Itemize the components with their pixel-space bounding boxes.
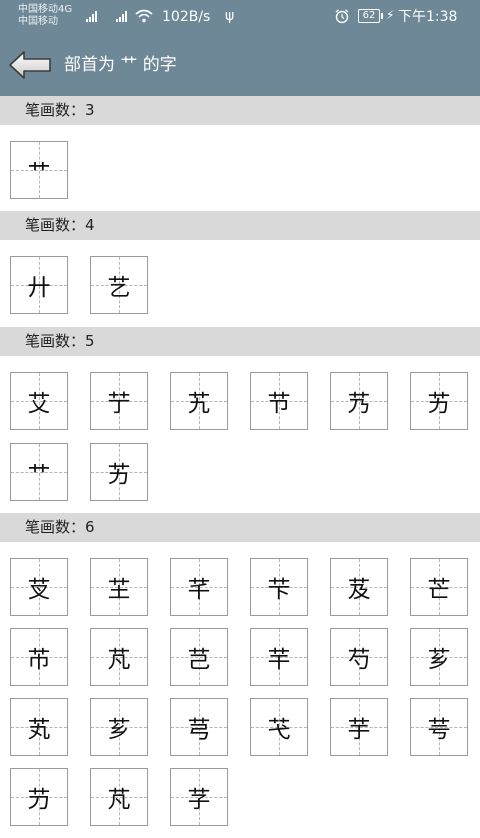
char-glyph: 艽	[187, 391, 211, 417]
char-glyph: 芆	[27, 577, 51, 603]
char-glyph: 艾	[27, 391, 51, 417]
char-cell[interactable]: 芋	[330, 698, 388, 756]
char-cell[interactable]: 艻	[410, 372, 468, 430]
char-cell[interactable]: 芒	[410, 558, 468, 616]
char-glyph: 芋	[347, 717, 371, 743]
char-cell[interactable]: 艼	[90, 372, 148, 430]
usb-icon: ψ	[225, 8, 235, 24]
char-glyph: 廾	[27, 275, 51, 301]
carrier-info: 中国移动4G 中国移动	[18, 4, 72, 28]
char-grid: 艾 艼 艽 节 艿 艻 艹 艻	[0, 356, 480, 513]
char-cell[interactable]: 芑	[170, 628, 228, 686]
back-arrow-icon[interactable]	[8, 49, 52, 81]
section-header: 笔画数：6	[0, 513, 480, 542]
char-glyph: 芀	[27, 787, 51, 813]
wifi-icon	[135, 9, 153, 23]
alarm-icon	[335, 9, 349, 24]
char-cell[interactable]: 芀	[10, 768, 68, 826]
char-grid: 芆 芏 芊 芐 芨 芒 芇 芃 芑 芉 芍 芗 芄 芗 芎 芅 芋 芌 芀 芃 …	[0, 542, 480, 838]
char-cell[interactable]: 芃	[90, 628, 148, 686]
section-header: 笔画数：4	[0, 211, 480, 240]
char-cell[interactable]: 芏	[90, 558, 148, 616]
char-glyph: 艼	[107, 391, 131, 417]
char-cell[interactable]: 芆	[10, 558, 68, 616]
char-glyph: 芎	[187, 717, 211, 743]
char-glyph: 芏	[107, 577, 131, 603]
char-cell[interactable]: 艿	[330, 372, 388, 430]
battery-indicator: 62	[358, 9, 383, 23]
char-cell[interactable]: 节	[250, 372, 308, 430]
char-cell[interactable]: 艹	[10, 442, 68, 501]
char-cell[interactable]: 芗	[90, 698, 148, 756]
char-glyph: 芗	[107, 717, 131, 743]
char-glyph: 艹	[27, 160, 51, 186]
char-glyph: 芨	[347, 577, 371, 603]
char-cell[interactable]: 艾	[10, 372, 68, 430]
char-glyph: 芇	[27, 647, 51, 673]
char-glyph: 艻	[107, 461, 131, 488]
char-glyph: 芃	[107, 787, 131, 813]
char-cell[interactable]: 芐	[250, 558, 308, 616]
char-glyph: 芅	[267, 717, 291, 743]
char-cell[interactable]: 芇	[10, 628, 68, 686]
char-cell[interactable]: 艽	[170, 372, 228, 430]
carrier-line-2: 中国移动	[18, 16, 58, 27]
signal-icon-2	[116, 10, 127, 22]
stroke-section-4: 笔画数：4 廾 艺	[0, 211, 480, 327]
char-glyph: 芉	[267, 647, 291, 673]
char-cell[interactable]: 芨	[330, 558, 388, 616]
char-glyph: 节	[267, 391, 291, 417]
section-header: 笔画数：3	[0, 96, 480, 125]
clock: 下午1:38	[398, 9, 458, 25]
signal-icon	[86, 10, 97, 22]
char-glyph: 艿	[347, 391, 371, 417]
char-cell[interactable]: 艻	[90, 442, 148, 501]
char-cell[interactable]: 芓	[170, 768, 228, 826]
char-glyph: 芒	[427, 577, 451, 603]
char-grid: 艹	[0, 125, 480, 211]
char-glyph: 芗	[427, 647, 451, 673]
char-glyph: 艹	[27, 461, 51, 488]
char-cell[interactable]: 芊	[170, 558, 228, 616]
char-cell[interactable]: 芃	[90, 768, 148, 826]
char-glyph: 芐	[267, 577, 291, 603]
carrier-line-1: 中国移动4G	[18, 4, 73, 15]
char-cell[interactable]: 芍	[330, 628, 388, 686]
char-cell[interactable]: 芉	[250, 628, 308, 686]
character-list: 笔画数：3 艹 笔画数：4 廾 艺 笔画数：5 艾 艼 艽 节 艿 艻 艹 艻 …	[0, 96, 480, 838]
page-title: 部首为 艹 的字	[64, 55, 177, 75]
char-cell[interactable]: 芌	[410, 698, 468, 756]
char-cell[interactable]: 芗	[410, 628, 468, 686]
char-glyph: 艺	[107, 275, 131, 301]
stroke-section-6: 笔画数：6 芆 芏 芊 芐 芨 芒 芇 芃 芑 芉 芍 芗 芄 芗 芎 芅 芋 …	[0, 513, 480, 838]
net-speed: 102B/s	[162, 9, 211, 25]
char-glyph: 芍	[347, 647, 371, 673]
char-glyph: 芃	[107, 647, 131, 673]
char-cell[interactable]: 芄	[10, 698, 68, 756]
charging-icon: ⚡	[386, 8, 395, 22]
char-cell[interactable]: 艺	[90, 256, 148, 314]
char-cell[interactable]: 芎	[170, 698, 228, 756]
char-glyph: 芓	[187, 787, 211, 813]
char-grid: 廾 艺	[0, 240, 480, 327]
char-glyph: 芊	[187, 577, 211, 603]
char-glyph: 芌	[427, 717, 451, 743]
section-header: 笔画数：5	[0, 327, 480, 356]
char-glyph: 艻	[427, 391, 451, 417]
stroke-section-5: 笔画数：5 艾 艼 艽 节 艿 艻 艹 艻	[0, 327, 480, 513]
char-glyph: 芄	[27, 717, 51, 743]
char-glyph: 芑	[187, 647, 211, 673]
char-cell[interactable]: 廾	[10, 256, 68, 314]
status-bar: 中国移动4G 中国移动 102B/s ψ 62 ⚡ 下午1:38	[0, 0, 480, 34]
char-cell[interactable]: 艹	[10, 141, 68, 199]
stroke-section-3: 笔画数：3 艹	[0, 96, 480, 211]
app-header: 部首为 艹 的字	[0, 34, 480, 96]
char-cell[interactable]: 芅	[250, 698, 308, 756]
